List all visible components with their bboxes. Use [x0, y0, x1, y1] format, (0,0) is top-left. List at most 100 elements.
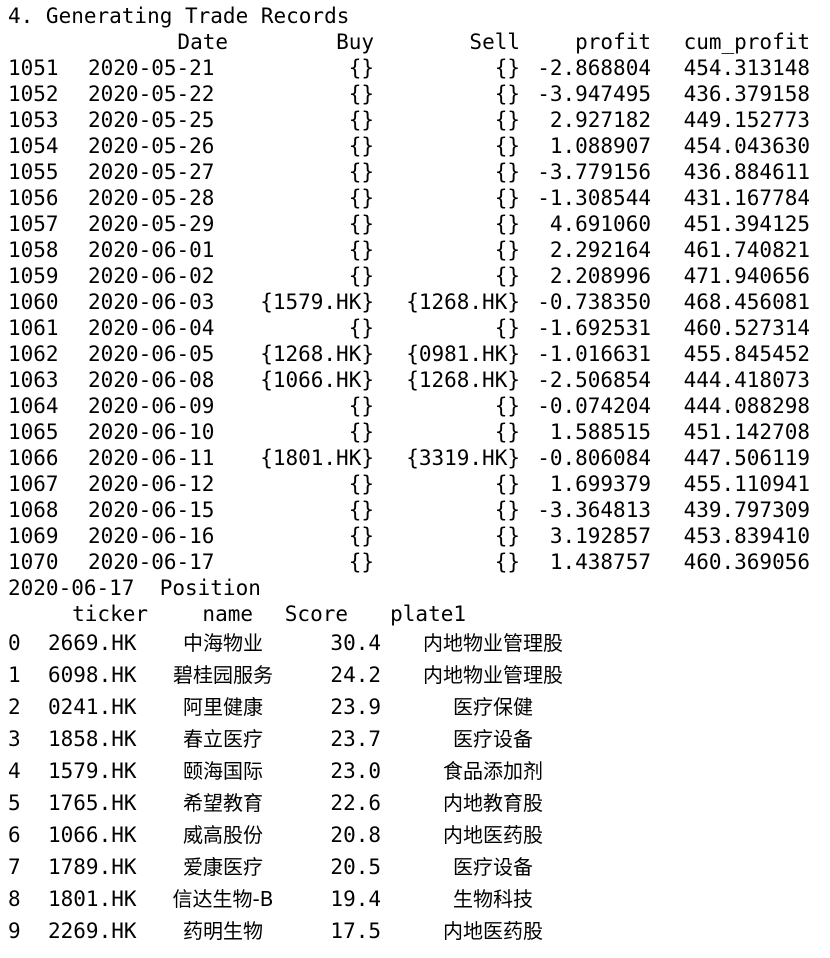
position-name: 颐海国际	[183, 759, 263, 783]
trade-index: 1053	[8, 108, 59, 132]
position-index: 9	[8, 919, 21, 943]
position-ticker: 1765.HK	[48, 791, 137, 815]
trade-index: 1051	[8, 56, 59, 80]
position-index: 4	[8, 759, 21, 783]
position-index: 5	[8, 791, 21, 815]
trade-date: 2020-05-29	[88, 212, 215, 236]
trade-cum-profit: 444.418073	[683, 368, 810, 392]
trade-profit: 2.927182	[549, 108, 651, 132]
col-ticker: ticker	[72, 602, 148, 626]
position-ticker: 6098.HK	[48, 663, 137, 687]
position-ticker: 2269.HK	[48, 919, 137, 943]
trade-cum-profit: 460.527314	[683, 316, 810, 340]
trade-buy: {}	[348, 498, 374, 522]
trade-index: 1068	[8, 498, 59, 522]
trade-profit: -2.868804	[537, 56, 651, 80]
trade-cum-profit: 454.313148	[683, 56, 810, 80]
trade-profit: 2.292164	[549, 238, 651, 262]
trade-date: 2020-05-25	[88, 108, 215, 132]
trade-index: 1070	[8, 550, 59, 574]
position-name: 爱康医疗	[183, 855, 263, 879]
position-score: 23.9	[330, 695, 381, 719]
trade-date: 2020-06-05	[88, 342, 215, 366]
trade-cum-profit: 449.152773	[683, 108, 810, 132]
trade-buy: {}	[348, 134, 374, 158]
position-ticker: 0241.HK	[48, 695, 137, 719]
trade-index: 1060	[8, 290, 59, 314]
trade-profit: 2.208996	[549, 264, 651, 288]
trade-index: 1055	[8, 160, 59, 184]
trade-index: 1066	[8, 446, 59, 470]
trade-sell: {}	[494, 264, 520, 288]
trade-index: 1058	[8, 238, 59, 262]
trade-index: 1057	[8, 212, 59, 236]
trade-profit: -1.692531	[537, 316, 651, 340]
trade-sell: {}	[494, 498, 520, 522]
trade-sell: {}	[494, 524, 520, 548]
trade-buy: {}	[348, 212, 374, 236]
trade-index: 1052	[8, 82, 59, 106]
trade-profit: -3.947495	[537, 82, 651, 106]
trade-index: 1065	[8, 420, 59, 444]
trade-profit: -1.308544	[537, 186, 651, 210]
position-plate: 内地物业管理股	[423, 663, 563, 687]
positions-header: ticker name Score plate1	[8, 601, 466, 627]
trade-index: 1056	[8, 186, 59, 210]
position-ticker: 1789.HK	[48, 855, 137, 879]
trade-date: 2020-05-21	[88, 56, 215, 80]
trade-buy: {}	[348, 82, 374, 106]
position-name: 碧桂园服务	[173, 663, 273, 687]
trade-date: 2020-06-08	[88, 368, 215, 392]
col-cum-profit: cum_profit	[683, 30, 810, 54]
position-plate: 内地物业管理股	[423, 631, 563, 655]
position-index: 8	[8, 887, 21, 911]
position-name: 阿里健康	[183, 695, 263, 719]
trade-sell: {}	[494, 56, 520, 80]
trade-profit: -3.779156	[537, 160, 651, 184]
trade-index: 1067	[8, 472, 59, 496]
trade-index: 1054	[8, 134, 59, 158]
trade-index: 1059	[8, 264, 59, 288]
position-plate: 医疗保健	[453, 695, 533, 719]
trade-cum-profit: 436.884611	[683, 160, 810, 184]
trade-cum-profit: 461.740821	[683, 238, 810, 262]
trade-cum-profit: 451.394125	[683, 212, 810, 236]
trade-profit: -1.016631	[537, 342, 651, 366]
col-sell: Sell	[469, 30, 520, 54]
trade-date: 2020-06-04	[88, 316, 215, 340]
position-index: 0	[8, 631, 21, 655]
trade-cum-profit: 451.142708	[683, 420, 810, 444]
trade-buy: {}	[348, 160, 374, 184]
trade-cum-profit: 460.369056	[683, 550, 810, 574]
col-name: name	[202, 602, 253, 626]
position-plate: 生物科技	[453, 887, 533, 911]
trade-sell: {}	[494, 134, 520, 158]
position-plate: 食品添加剂	[443, 759, 543, 783]
trade-cum-profit: 436.379158	[683, 82, 810, 106]
trade-profit: 1.588515	[549, 420, 651, 444]
trade-buy: {}	[348, 108, 374, 132]
col-score: Score	[284, 602, 348, 626]
trade-date: 2020-06-03	[88, 290, 215, 314]
trade-profit: -0.738350	[537, 290, 651, 314]
trade-sell: {}	[494, 316, 520, 340]
position-name: 药明生物	[183, 919, 263, 943]
trade-sell: {}	[494, 160, 520, 184]
position-index: 7	[8, 855, 21, 879]
trade-buy: {}	[348, 56, 374, 80]
trade-sell: {}	[494, 238, 520, 262]
trade-date: 2020-06-12	[88, 472, 215, 496]
trade-sell: {}	[494, 394, 520, 418]
trade-buy: {}	[348, 238, 374, 262]
trade-profit: 1.699379	[549, 472, 651, 496]
trade-date: 2020-05-26	[88, 134, 215, 158]
trade-index: 1063	[8, 368, 59, 392]
position-plate: 内地医药股	[443, 919, 543, 943]
trade-index: 1062	[8, 342, 59, 366]
trade-cum-profit: 468.456081	[683, 290, 810, 314]
trade-index: 1064	[8, 394, 59, 418]
trade-profit: -0.074204	[537, 394, 651, 418]
position-score: 20.5	[330, 855, 381, 879]
trade-buy: {}	[348, 394, 374, 418]
trade-sell: {}	[494, 108, 520, 132]
